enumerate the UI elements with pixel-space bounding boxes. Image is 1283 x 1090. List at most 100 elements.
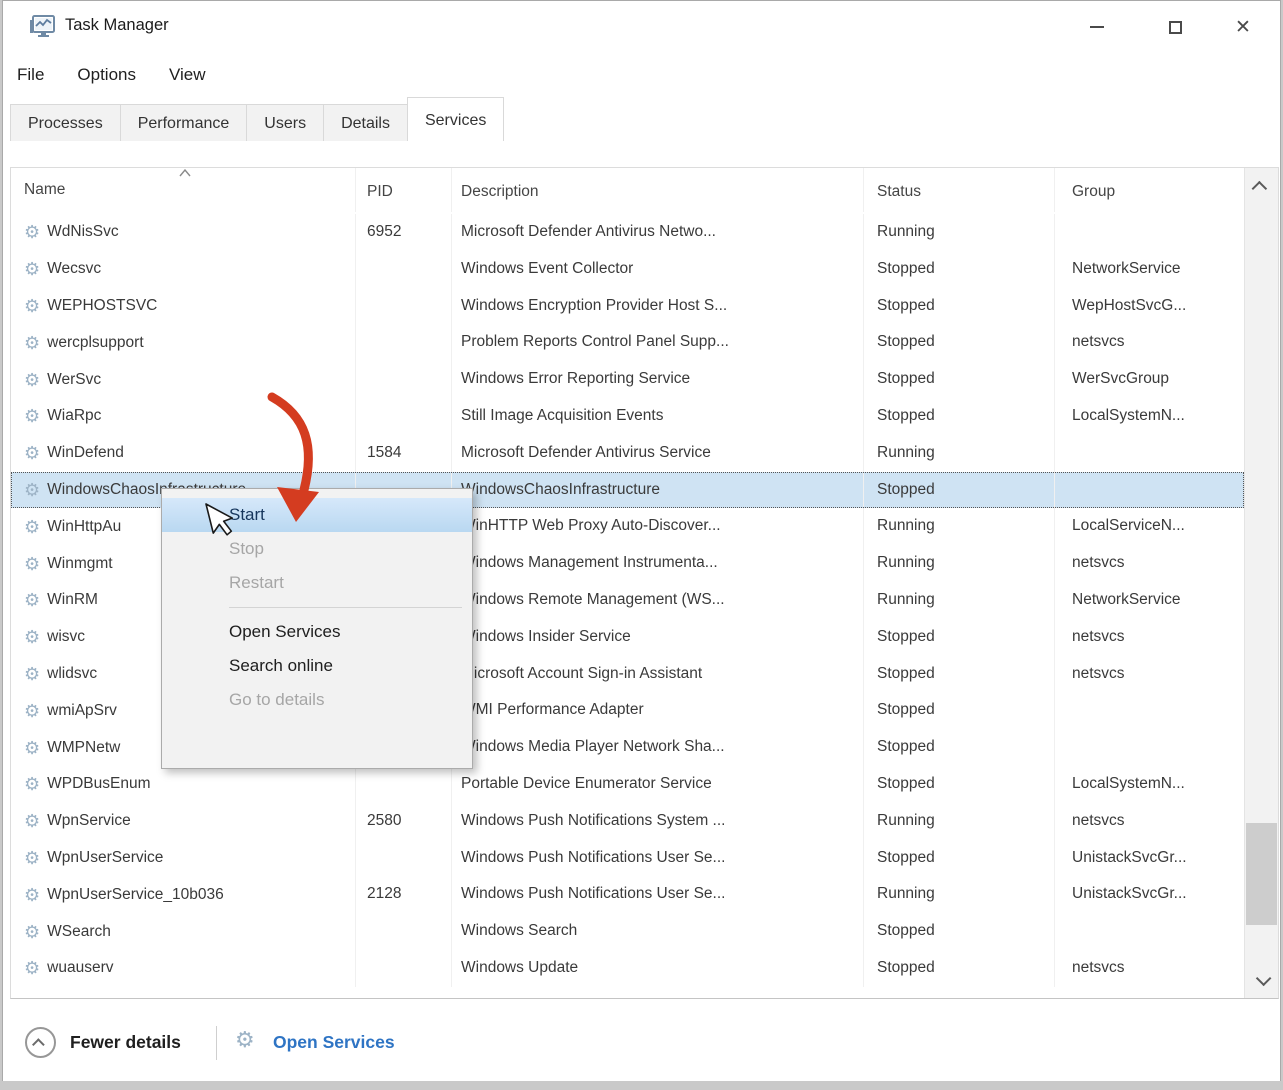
context-menu-item-stop[interactable]: Stop: [162, 532, 472, 566]
tab-performance[interactable]: Performance: [120, 104, 248, 141]
table-row[interactable]: ⚙ wuauserv Windows Update Stopped netsvc…: [11, 950, 1244, 987]
service-pid: 6952: [356, 214, 452, 251]
service-pid: 1584: [356, 435, 452, 472]
service-name: WinDefend: [47, 444, 124, 462]
table-row[interactable]: ⚙ WinDefend 1584 Microsoft Defender Anti…: [11, 435, 1244, 472]
service-gear-icon: ⚙: [24, 959, 40, 977]
service-status: Stopped: [864, 840, 1055, 877]
open-services-link[interactable]: Open Services: [273, 1032, 395, 1053]
service-status: Stopped: [864, 656, 1055, 693]
table-row[interactable]: ⚙ WdNisSvc 6952 Microsoft Defender Antiv…: [11, 214, 1244, 251]
table-row[interactable]: ⚙ wercplsupport Problem Reports Control …: [11, 324, 1244, 361]
service-group: [1055, 913, 1244, 950]
chevron-up-icon: [32, 1038, 45, 1051]
title-bar: Task Manager ✕: [3, 1, 1280, 56]
context-menu-item-start[interactable]: Start: [162, 498, 472, 532]
service-group: LocalServiceN...: [1055, 508, 1244, 545]
service-group: netsvcs: [1055, 656, 1244, 693]
chevron-down-icon: [1256, 970, 1272, 986]
service-group: LocalSystemN...: [1055, 766, 1244, 803]
service-name: WPDBusEnum: [47, 775, 150, 793]
service-description: Windows Error Reporting Service: [452, 361, 864, 398]
vertical-scrollbar[interactable]: [1244, 168, 1278, 998]
table-row[interactable]: ⚙ WpnUserService Windows Push Notificati…: [11, 840, 1244, 877]
service-gear-icon: ⚙: [24, 849, 40, 867]
tab-processes[interactable]: Processes: [10, 104, 121, 141]
service-description: Windows Encryption Provider Host S...: [452, 288, 864, 325]
fewer-details-button[interactable]: [25, 1027, 56, 1058]
context-menu-item-open-services[interactable]: Open Services: [162, 615, 472, 649]
services-gear-icon: ⚙: [235, 1029, 255, 1051]
service-gear-icon: ⚙: [24, 591, 40, 609]
service-gear-icon: ⚙: [24, 812, 40, 830]
table-row[interactable]: ⚙ WEPHOSTSVC Windows Encryption Provider…: [11, 288, 1244, 325]
service-gear-icon: ⚙: [24, 371, 40, 389]
service-description: Windows Search: [452, 913, 864, 950]
service-status: Stopped: [864, 288, 1055, 325]
table-row[interactable]: ⚙ WpnService 2580 Windows Push Notificat…: [11, 803, 1244, 840]
service-name: WerSvc: [47, 371, 101, 389]
service-group: NetworkService: [1055, 251, 1244, 288]
table-row[interactable]: ⚙ WerSvc Windows Error Reporting Service…: [11, 361, 1244, 398]
service-group: UnistackSvcGr...: [1055, 876, 1244, 913]
context-menu-item-search-online[interactable]: Search online: [162, 649, 472, 683]
service-description: Microsoft Account Sign-in Assistant: [452, 656, 864, 693]
table-row[interactable]: ⚙ WPDBusEnum Portable Device Enumerator …: [11, 766, 1244, 803]
tab-users[interactable]: Users: [246, 104, 324, 141]
table-row[interactable]: ⚙ WSearch Windows Search Stopped: [11, 913, 1244, 950]
minimize-button[interactable]: [1064, 1, 1130, 53]
window-title: Task Manager: [65, 16, 169, 35]
service-description: WindowsChaosInfrastructure: [452, 472, 864, 509]
close-button[interactable]: ✕: [1210, 1, 1276, 53]
tab-services[interactable]: Services: [407, 97, 504, 141]
column-header-group[interactable]: Group: [1055, 168, 1244, 212]
service-description: Windows Update: [452, 950, 864, 987]
fewer-details-label[interactable]: Fewer details: [70, 1032, 181, 1053]
service-description: Microsoft Defender Antivirus Netwo...: [452, 214, 864, 251]
service-status: Stopped: [864, 398, 1055, 435]
service-status: Stopped: [864, 729, 1055, 766]
task-manager-window: Task Manager ✕ File Options View Processes…: [2, 0, 1281, 1081]
scroll-down-button[interactable]: [1245, 962, 1278, 998]
menu-bar: File Options View: [3, 56, 1280, 96]
table-row[interactable]: ⚙ WpnUserService_10b036 2128 Windows Pus…: [11, 876, 1244, 913]
chevron-up-icon: [1252, 180, 1268, 196]
service-name: Wecsvc: [47, 260, 101, 278]
service-gear-icon: ⚙: [24, 444, 40, 462]
service-group: [1055, 729, 1244, 766]
service-gear-icon: ⚙: [24, 886, 40, 904]
column-header-pid[interactable]: PID: [356, 168, 452, 212]
minimize-icon: [1090, 26, 1104, 28]
scroll-up-button[interactable]: [1245, 168, 1278, 204]
menubar-item-1[interactable]: Options: [77, 56, 136, 94]
service-gear-icon: ⚙: [24, 702, 40, 720]
service-status: Running: [864, 508, 1055, 545]
column-header-description[interactable]: Description: [452, 168, 864, 212]
service-gear-icon: ⚙: [24, 407, 40, 425]
service-gear-icon: ⚙: [24, 739, 40, 757]
maximize-button[interactable]: [1142, 1, 1208, 53]
service-status: Running: [864, 582, 1055, 619]
menubar-item-0[interactable]: File: [17, 56, 44, 94]
service-gear-icon: ⚙: [24, 481, 40, 499]
task-manager-app-icon: [29, 14, 55, 40]
service-description: WMI Performance Adapter: [452, 692, 864, 729]
context-menu-item-go-to-details[interactable]: Go to details: [162, 683, 472, 717]
service-name: WMPNetw: [47, 739, 120, 757]
service-gear-icon: ⚙: [24, 923, 40, 941]
maximize-icon: [1169, 21, 1182, 34]
service-gear-icon: ⚙: [24, 334, 40, 352]
table-row[interactable]: ⚙ Wecsvc Windows Event Collector Stopped…: [11, 251, 1244, 288]
context-menu-item-restart[interactable]: Restart: [162, 566, 472, 600]
service-description: Windows Push Notifications System ...: [452, 803, 864, 840]
column-header-status[interactable]: Status: [864, 168, 1055, 212]
service-group: WerSvcGroup: [1055, 361, 1244, 398]
menubar-item-2[interactable]: View: [169, 56, 206, 94]
scrollbar-thumb[interactable]: [1246, 823, 1277, 925]
table-row[interactable]: ⚙ WiaRpc Still Image Acquisition Events …: [11, 398, 1244, 435]
service-status: Running: [864, 435, 1055, 472]
tab-details[interactable]: Details: [323, 104, 408, 141]
service-pid: [356, 324, 452, 361]
service-pid: [356, 840, 452, 877]
service-name: WpnUserService_10b036: [47, 886, 224, 904]
